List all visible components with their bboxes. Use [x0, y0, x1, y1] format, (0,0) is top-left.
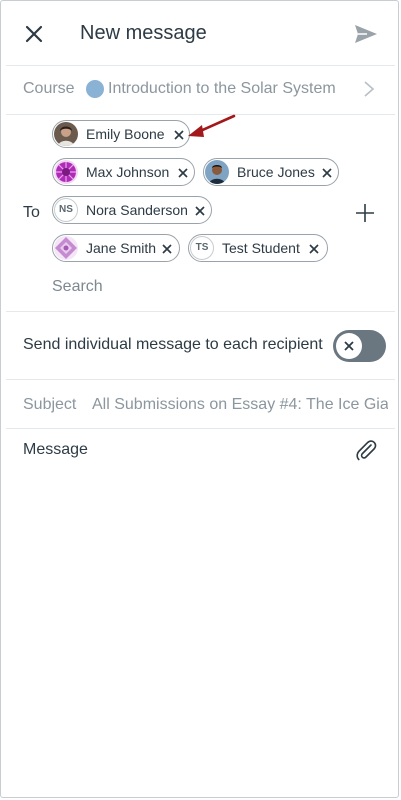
course-selector[interactable]: Course Introduction to the Solar System [0, 66, 399, 114]
course-name: Introduction to the Solar System [108, 80, 336, 97]
recipient-name: Emily Boone [86, 126, 165, 142]
recipient-chip[interactable]: NS Nora Sanderson [52, 196, 212, 224]
subject-input[interactable]: All Submissions on Essay #4: The Ice Gia [92, 396, 388, 414]
recipient-name: Jane Smith [86, 240, 157, 256]
divider [6, 428, 395, 429]
recipient-chip[interactable]: Jane Smith [52, 234, 180, 262]
recipient-chip[interactable]: Bruce Jones [203, 158, 339, 186]
avatar: NS [54, 198, 78, 222]
close-icon[interactable] [22, 22, 46, 46]
remove-recipient-icon[interactable] [194, 204, 206, 216]
send-icon[interactable] [353, 22, 379, 46]
annotation-arrow-icon [186, 113, 238, 141]
add-recipient-icon[interactable] [355, 203, 375, 223]
divider [6, 311, 395, 312]
toggle-knob [336, 333, 362, 359]
individual-message-toggle[interactable] [333, 330, 386, 362]
avatar: TS [190, 236, 214, 260]
recipient-name: Test Student [222, 240, 300, 256]
message-label[interactable]: Message [23, 441, 88, 459]
recipient-search-input[interactable] [52, 278, 252, 296]
recipient-name: Nora Sanderson [86, 202, 188, 218]
recipient-name: Max Johnson [86, 164, 170, 180]
remove-recipient-icon[interactable] [321, 166, 333, 178]
individual-message-label: Send individual message to each recipien… [23, 336, 323, 353]
chevron-right-icon [362, 79, 376, 99]
divider [6, 379, 395, 380]
avatar [54, 160, 78, 184]
avatar [205, 160, 229, 184]
page-title: New message [80, 22, 207, 44]
recipient-chip[interactable]: TS Test Student [188, 234, 328, 262]
recipient-chip[interactable]: Max Johnson [52, 158, 195, 186]
paperclip-icon[interactable] [354, 438, 378, 462]
recipient-name: Bruce Jones [237, 164, 315, 180]
header: New message [0, 0, 399, 66]
recipient-chip[interactable]: Emily Boone [52, 120, 190, 148]
subject-label: Subject [23, 396, 77, 413]
remove-recipient-icon[interactable] [308, 242, 320, 254]
remove-recipient-icon[interactable] [177, 166, 189, 178]
avatar [54, 122, 78, 146]
to-label: To [23, 204, 40, 221]
course-color-dot [86, 80, 104, 98]
course-label: Course [23, 80, 75, 97]
avatar [54, 236, 78, 260]
remove-recipient-icon[interactable] [161, 242, 173, 254]
remove-recipient-icon[interactable] [173, 128, 185, 140]
